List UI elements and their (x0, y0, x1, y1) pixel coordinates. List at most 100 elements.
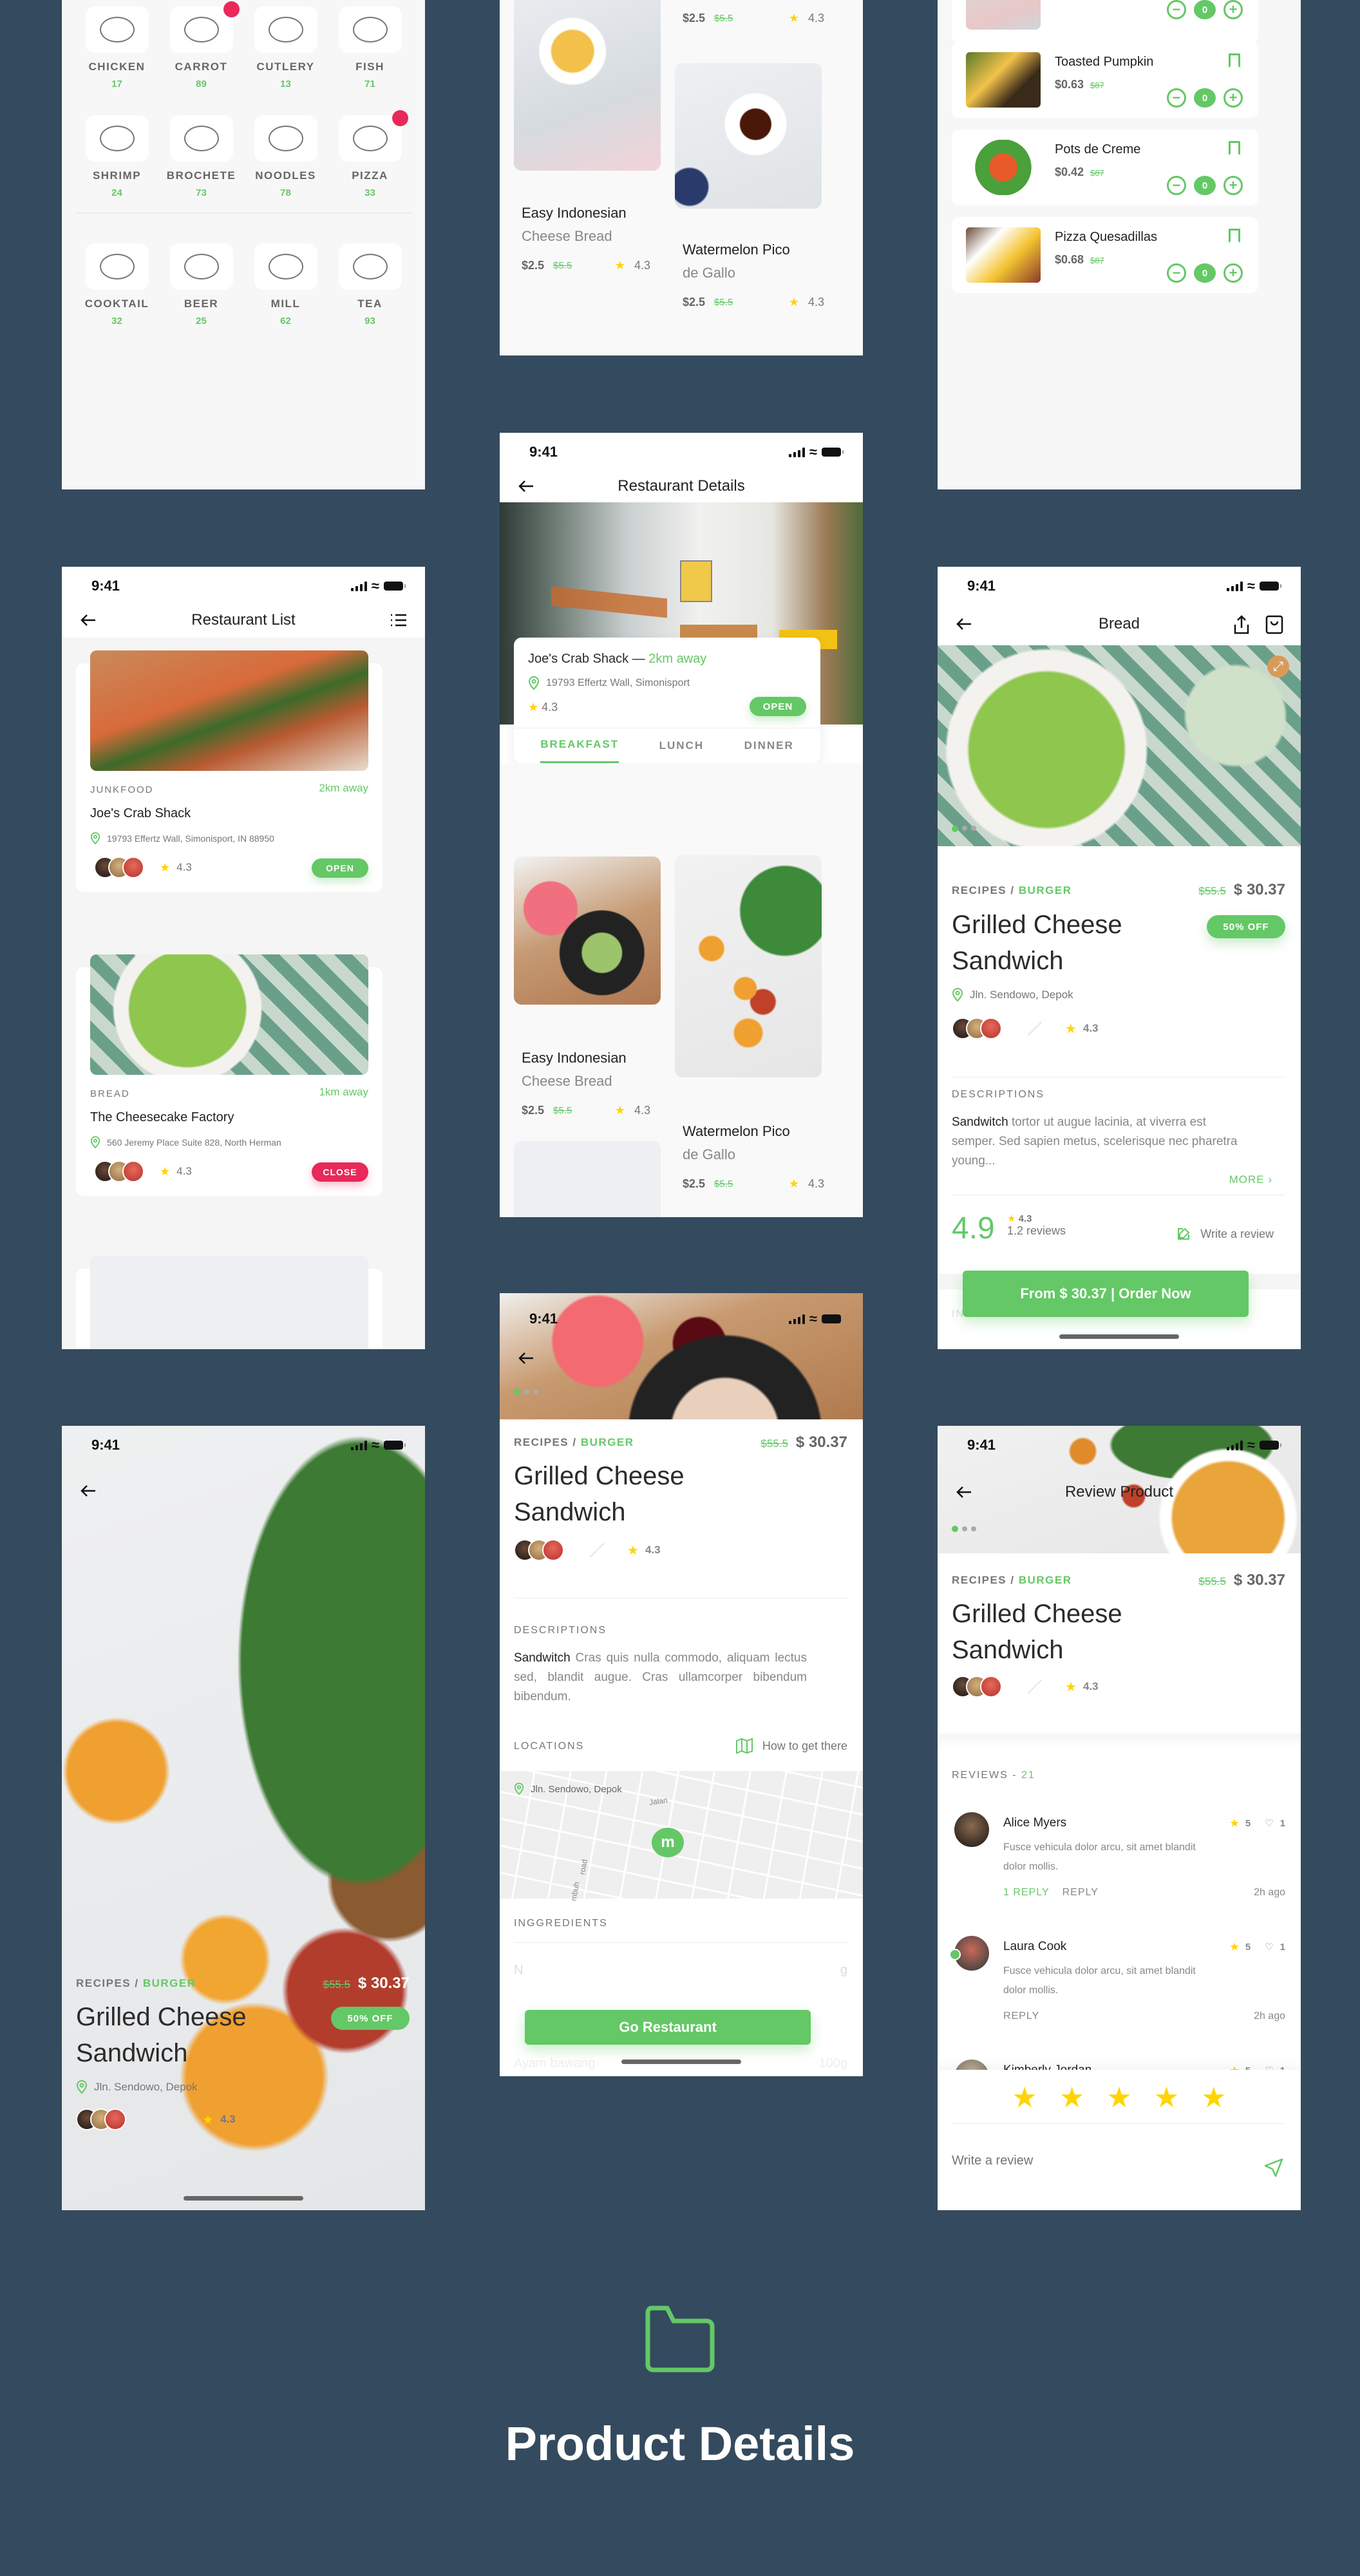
write-review-link[interactable]: Write a review (1176, 1226, 1274, 1242)
back-arrow-icon[interactable] (79, 1481, 98, 1501)
tab-lunch[interactable]: LUNCH (659, 729, 704, 762)
review-input[interactable] (952, 2154, 1222, 2168)
breadcrumb-leaf[interactable]: BURGER (1019, 1574, 1072, 1586)
product-name-line: Grilled Cheese (514, 1462, 685, 1490)
back-arrow-icon[interactable] (516, 1349, 536, 1368)
avatar-group[interactable] (76, 2108, 126, 2130)
food-card[interactable]: Easy Indonesian Cheese Bread $2.5 $5.5 ★… (522, 205, 650, 272)
expand-icon[interactable]: ⤢ (1267, 656, 1289, 677)
category-item[interactable]: PIZZA 33 (328, 110, 412, 198)
reply-button[interactable]: REPLY (1003, 2011, 1039, 2022)
old-price: $5.5 (714, 13, 733, 24)
category-item[interactable]: BROCHETE 73 (159, 115, 243, 198)
restaurant-image[interactable] (90, 954, 368, 1075)
tea-cup-image[interactable] (675, 63, 822, 209)
apricots-image[interactable] (675, 855, 822, 1077)
bookmark-icon[interactable] (1229, 229, 1240, 243)
plus-button[interactable]: + (1223, 88, 1243, 108)
category-item[interactable]: NOODLES 78 (243, 115, 328, 198)
category-item[interactable]: FISH 71 (328, 6, 412, 90)
avatar-group[interactable] (952, 1676, 1002, 1698)
back-arrow-icon[interactable] (954, 1482, 974, 1502)
minus-button[interactable]: − (1167, 263, 1186, 283)
back-arrow-icon[interactable] (79, 611, 98, 630)
bookmark-icon[interactable] (1229, 141, 1240, 155)
avatar[interactable] (949, 1936, 989, 1971)
replies-link[interactable]: 1 REPLY (1003, 1887, 1050, 1899)
category-item[interactable]: SHRIMP 24 (75, 115, 159, 198)
rating-star-icon[interactable]: ★ (1201, 2081, 1226, 2114)
heart-icon[interactable]: ♡ (1265, 1817, 1273, 1829)
restaurant-info-card[interactable]: Joe's Crab Shack — 2km away 19793 Effert… (514, 638, 820, 763)
plus-button[interactable]: + (1223, 263, 1243, 283)
heart-icon[interactable]: ♡ (1265, 1941, 1273, 1953)
rating-star-icon[interactable]: ★ (1059, 2081, 1084, 2114)
category-item[interactable]: CHICKEN 17 (75, 6, 159, 90)
restaurant-list-screen: 9:41 ≈ Restaurant List JUNKFOOD 2km away J… (62, 567, 425, 1349)
category-item[interactable]: TEA 93 (328, 243, 412, 327)
go-restaurant-button[interactable]: Go Restaurant (525, 2010, 811, 2045)
cart-item[interactable]: Toasted Pumpkin $0.63 $87 −0 + (952, 42, 1258, 118)
image-placeholder (90, 1256, 368, 1349)
breadcrumb-root[interactable]: RECIPES / (952, 1574, 1015, 1586)
send-icon[interactable] (1263, 2157, 1284, 2178)
star-rating-input[interactable]: ★ ★ ★ ★ ★ (938, 2081, 1301, 2114)
breadcrumb-root[interactable]: RECIPES / (952, 884, 1015, 896)
minus-button[interactable]: − (1167, 0, 1186, 19)
food-card[interactable]: Watermelon Pico de Gallo $2.5 $5.5 ★ 4.3 (683, 1123, 824, 1191)
directions-link[interactable]: How to get there (735, 1738, 847, 1754)
location-map[interactable]: Jln. Sendowo, Depok Jalan road mbuh m (500, 1771, 863, 1902)
avatar[interactable] (954, 1812, 989, 1847)
tab-breakfast[interactable]: BREAKFAST (540, 728, 619, 763)
category-label: SHRIMP (92, 169, 142, 182)
avatar-group[interactable] (514, 1539, 564, 1561)
tab-dinner[interactable]: DINNER (744, 729, 794, 762)
category-item[interactable]: COOKTAIL 32 (75, 243, 159, 327)
minus-button[interactable]: − (1167, 176, 1186, 195)
category-item[interactable]: MILL 62 (243, 243, 328, 327)
category-icon-box (85, 115, 149, 162)
plus-button[interactable]: + (1223, 176, 1243, 195)
rating-star-icon[interactable]: ★ (1154, 2081, 1179, 2114)
cart-item[interactable]: Pizza Quesadillas $0.68 $87 −0 + (952, 217, 1258, 293)
food-card[interactable]: Watermelon Pico de Gallo $2.5 $5.5 ★ 4.3 (683, 242, 824, 309)
breadcrumb-root[interactable]: RECIPES / (514, 1436, 577, 1448)
category-item[interactable]: BEER 25 (159, 243, 243, 327)
avatar-group[interactable] (952, 1018, 1002, 1039)
breadcrumb-leaf[interactable]: BURGER (581, 1436, 634, 1448)
minus-button[interactable]: − (1167, 88, 1186, 108)
map-marker-icon[interactable]: m (652, 1828, 684, 1857)
category-item[interactable]: CARROT 89 (159, 1, 243, 90)
share-icon[interactable] (1232, 614, 1251, 635)
plus-button[interactable]: + (1223, 0, 1243, 19)
tea-lemon-image[interactable] (514, 0, 661, 171)
breadcrumb-leaf[interactable]: BURGER (143, 1977, 196, 1989)
list-menu-icon[interactable] (389, 611, 408, 630)
card-footer: ★ 4.3 (94, 1160, 192, 1182)
reply-button[interactable]: REPLY (1062, 1887, 1099, 1899)
order-now-button[interactable]: From $ 30.37 | Order Now (963, 1271, 1249, 1317)
breakfast-bowl-image[interactable] (514, 857, 661, 1005)
back-arrow-icon[interactable] (954, 614, 974, 634)
review-text: Fusce vehicula dolor arcu, sit amet blan… (1003, 1965, 1196, 1996)
breadcrumb-root[interactable]: RECIPES / (76, 1977, 139, 1989)
rating-star-icon[interactable]: ★ (1012, 2081, 1037, 2114)
price: $2.5 (522, 1104, 545, 1117)
food-card-partial[interactable]: $2.5 $5.5 ★ 4.3 (683, 12, 824, 25)
avatar-group[interactable] (94, 1160, 144, 1182)
category-item[interactable]: CUTLERY 13 (243, 6, 328, 90)
cart-item[interactable]: Pots de Creme $0.42 $87 −0 + (952, 129, 1258, 205)
home-indicator (1059, 1334, 1179, 1339)
breadcrumb: RECIPES / BURGER (76, 1977, 196, 1990)
shopping-bag-icon[interactable] (1265, 614, 1284, 635)
back-arrow-icon[interactable] (516, 477, 536, 496)
restaurant-image[interactable] (90, 650, 368, 771)
rating-star-icon[interactable]: ★ (1106, 2081, 1131, 2114)
avatar-group[interactable] (94, 857, 144, 878)
open-status-badge: OPEN (750, 697, 806, 716)
breadcrumb-leaf[interactable]: BURGER (1019, 884, 1072, 896)
food-card[interactable]: Easy Indonesian Cheese Bread $2.5 $5.5 ★… (522, 1050, 650, 1117)
bookmark-icon[interactable] (1229, 53, 1240, 68)
more-link[interactable]: MORE › (1229, 1173, 1272, 1186)
salad-image[interactable]: ⤢ (938, 645, 1301, 846)
